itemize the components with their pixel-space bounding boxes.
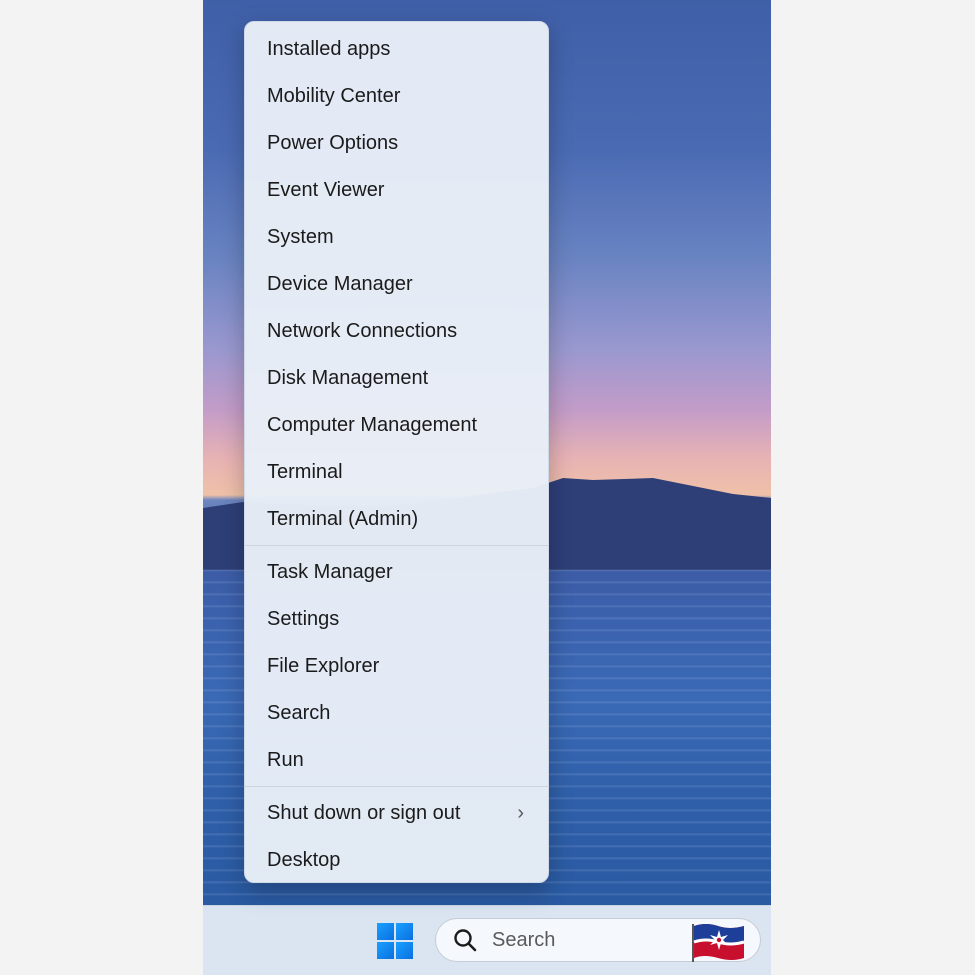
menu-item-file-explorer[interactable]: File Explorer [245,643,548,690]
menu-item-label: Disk Management [267,367,429,389]
menu-item-system[interactable]: System [245,214,548,261]
taskbar: Search [203,905,771,975]
menu-item-run[interactable]: Run [245,737,548,784]
menu-item-label: Search [267,702,331,724]
menu-item-label: Shut down or sign out [267,802,461,824]
menu-item-desktop[interactable]: Desktop [245,837,548,884]
menu-separator [245,545,548,546]
menu-item-label: Computer Management [267,414,478,436]
menu-item-terminal[interactable]: Terminal [245,449,548,496]
menu-item-label: Device Manager [267,273,413,295]
menu-item-mobility-center[interactable]: Mobility Center [245,73,548,120]
menu-item-label: Terminal (Admin) [267,508,419,530]
menu-item-task-manager[interactable]: Task Manager [245,549,548,596]
menu-item-label: Power Options [267,132,399,154]
chevron-right-icon: › [517,802,524,824]
menu-item-installed-apps[interactable]: Installed apps [245,26,548,73]
menu-item-terminal-admin[interactable]: Terminal (Admin) [245,496,548,543]
menu-item-label: Settings [267,608,340,630]
menu-item-label: Network Connections [267,320,458,342]
menu-item-label: Run [267,749,304,771]
taskbar-search-box[interactable]: Search [435,918,761,962]
flag-icon [692,924,745,962]
menu-item-event-viewer[interactable]: Event Viewer [245,167,548,214]
menu-item-network-connections[interactable]: Network Connections [245,308,548,355]
search-icon [454,929,477,952]
menu-item-device-manager[interactable]: Device Manager [245,261,548,308]
menu-separator [245,786,548,787]
menu-item-search[interactable]: Search [245,690,548,737]
windows-logo-icon[interactable] [377,923,413,959]
menu-item-label: Task Manager [267,561,393,583]
quick-link-menu: Installed apps Mobility Center Power Optio… [244,21,549,883]
menu-item-label: Event Viewer [267,179,385,201]
menu-item-disk-management[interactable]: Disk Management [245,355,548,402]
menu-item-power-options[interactable]: Power Options [245,120,548,167]
menu-item-shut-down-or-sign-out[interactable]: Shut down or sign out › [245,790,548,837]
menu-item-label: File Explorer [267,655,380,677]
menu-item-label: Terminal [267,461,343,483]
menu-item-label: System [267,226,334,248]
menu-item-label: Mobility Center [267,85,401,107]
menu-item-settings[interactable]: Settings [245,596,548,643]
search-placeholder: Search [492,928,556,951]
menu-item-label: Installed apps [267,38,391,60]
menu-item-label: Desktop [267,849,341,871]
menu-item-computer-management[interactable]: Computer Management [245,402,548,449]
